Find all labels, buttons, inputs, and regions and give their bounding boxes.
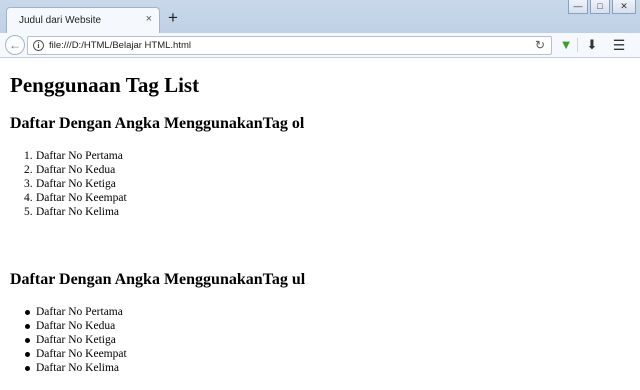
list-item: Daftar No Kelima <box>25 361 127 375</box>
url-text[interactable]: file:///D:/HTML/Belajar HTML.html <box>49 40 191 51</box>
section-heading-ul: Daftar Dengan Angka MenggunakanTag ul <box>10 271 306 288</box>
navigation-toolbar: ← i file:///D:/HTML/Belajar HTML.html ↻ … <box>0 33 640 58</box>
close-window-button[interactable]: ✕ <box>612 0 636 14</box>
section-heading-ol: Daftar Dengan Angka MenggunakanTag ol <box>10 115 305 132</box>
list-item: 1. Daftar No Pertama <box>24 150 123 162</box>
new-tab-button[interactable]: + <box>164 9 182 27</box>
unordered-list: Daftar No Pertama Daftar No Kedua Daftar… <box>25 305 127 375</box>
list-item: 2. Daftar No Kedua <box>24 164 116 176</box>
title-bar: Judul dari Website × + — □ ✕ <box>0 0 640 34</box>
list-item: Daftar No Ketiga <box>25 333 127 347</box>
tab-active[interactable]: Judul dari Website × <box>6 7 160 34</box>
page-content: Penggunaan Tag List Daftar Dengan Angka … <box>0 59 640 390</box>
address-bar[interactable]: i file:///D:/HTML/Belajar HTML.html ↻ <box>27 36 552 55</box>
download-icon[interactable]: ⬇ <box>584 37 600 53</box>
window-controls: — □ ✕ <box>566 0 636 16</box>
reload-icon[interactable]: ↻ <box>535 38 545 52</box>
page-title: Penggunaan Tag List <box>10 73 200 97</box>
list-item: Daftar No Pertama <box>25 305 127 319</box>
list-item: Daftar No Keempat <box>25 348 127 360</box>
list-item: Daftar No Kedua <box>25 319 127 333</box>
back-arrow-icon[interactable]: ← <box>5 35 25 55</box>
hamburger-menu-icon[interactable]: ☰ <box>611 37 627 53</box>
ordered-list: 1. Daftar No Pertama 2. Daftar No Kedua 3.… <box>24 149 127 219</box>
minimize-button[interactable]: — <box>568 0 588 14</box>
list-item: 3. Daftar No Ketiga <box>24 178 116 190</box>
maximize-button[interactable]: □ <box>590 0 610 14</box>
info-icon[interactable]: i <box>33 40 44 51</box>
list-item: 5. Daftar No Kelima <box>24 206 120 218</box>
list-item: 4. Daftar No Keempat <box>24 192 127 204</box>
tab-title: Judul dari Website <box>19 15 102 26</box>
toolbar-divider <box>577 38 578 52</box>
download-helper-icon[interactable]: ▼ <box>558 37 574 53</box>
tab-close-icon[interactable]: × <box>146 13 152 25</box>
